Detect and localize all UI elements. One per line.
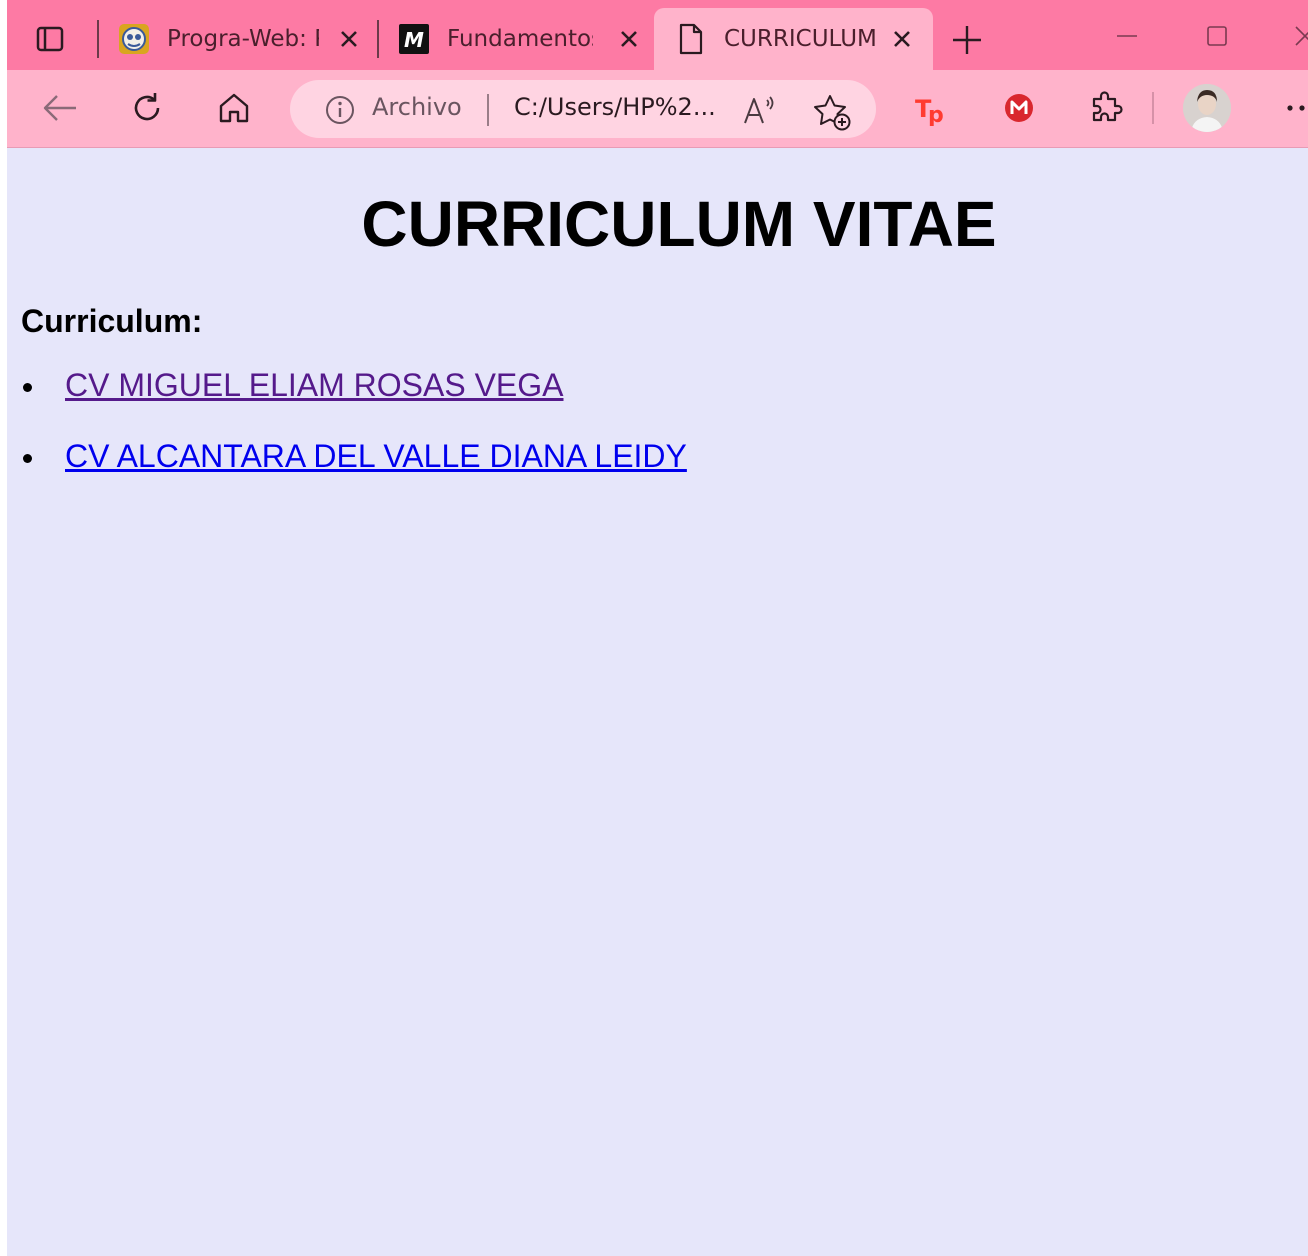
tp-extension-button[interactable]: T p xyxy=(911,88,951,128)
maximize-icon xyxy=(1207,26,1227,46)
cv-link-miguel-rosas[interactable]: CV MIGUEL ELIAM ROSAS VEGA xyxy=(65,364,564,406)
close-icon xyxy=(894,31,910,47)
tab-title: CURRICULUM xyxy=(724,26,877,52)
moodle-icon xyxy=(117,22,151,56)
svg-text:p: p xyxy=(928,103,944,126)
avatar-image xyxy=(1183,84,1231,132)
tab-close-button[interactable] xyxy=(615,25,643,53)
browser-window: Progra-Web: P M Fundamentos CURRICULUM A… xyxy=(7,0,1308,1256)
mega-extension-button[interactable] xyxy=(999,88,1039,128)
new-tab-button[interactable] xyxy=(949,22,985,58)
tab-actions-button[interactable] xyxy=(33,22,67,56)
m-logo-icon: M xyxy=(397,22,431,56)
more-options-icon xyxy=(1287,105,1305,111)
close-icon xyxy=(341,31,357,47)
more-menu-button[interactable] xyxy=(1282,88,1308,128)
back-arrow-icon xyxy=(43,95,76,121)
browser-toolbar: Archivo C:/Users/HP%2... T p xyxy=(7,70,1308,148)
tab-separator xyxy=(97,20,99,58)
refresh-button[interactable] xyxy=(127,88,167,128)
tab-close-button[interactable] xyxy=(888,25,916,53)
minimize-button[interactable] xyxy=(1107,18,1147,54)
puzzle-extensions-icon xyxy=(1092,91,1123,122)
mega-extension-icon xyxy=(1005,94,1033,122)
toolbar-separator xyxy=(1152,92,1154,124)
close-icon xyxy=(621,31,637,47)
page-content: CURRICULUM VITAE Curriculum: CV MIGUEL E… xyxy=(7,148,1308,1256)
back-button[interactable] xyxy=(40,88,80,128)
tab-actions-icon xyxy=(36,26,64,52)
minimize-icon xyxy=(1117,35,1137,37)
add-favorite-icon[interactable] xyxy=(812,92,852,132)
cv-link-diana-alcantara[interactable]: CV ALCANTARA DEL VALLE DIANA LEIDY xyxy=(65,435,687,477)
address-scheme-label: Archivo xyxy=(372,93,462,121)
tp-extension-icon: T p xyxy=(915,95,944,126)
tab-curriculum[interactable]: CURRICULUM xyxy=(654,8,933,70)
address-bar[interactable]: Archivo C:/Users/HP%2... xyxy=(290,80,876,138)
maximize-button[interactable] xyxy=(1197,18,1237,54)
close-window-icon xyxy=(1295,26,1308,46)
svg-text:M: M xyxy=(404,28,424,52)
tab-fundamentos[interactable]: M Fundamentos xyxy=(397,8,655,70)
address-url[interactable]: C:/Users/HP%2... xyxy=(514,93,716,121)
address-divider xyxy=(487,94,489,126)
document-icon xyxy=(674,22,708,56)
plus-icon xyxy=(953,26,981,54)
page-title: CURRICULUM VITAE xyxy=(361,188,997,260)
tab-strip: Progra-Web: P M Fundamentos CURRICULUM xyxy=(7,0,1308,70)
tab-close-button[interactable] xyxy=(335,25,363,53)
close-window-button[interactable] xyxy=(1285,18,1308,54)
tab-separator xyxy=(377,20,379,58)
read-aloud-icon[interactable] xyxy=(742,92,778,128)
list-bullet xyxy=(23,454,32,463)
refresh-icon xyxy=(134,93,160,121)
tab-title: Progra-Web: P xyxy=(167,26,319,52)
profile-avatar[interactable] xyxy=(1183,84,1231,132)
section-heading: Curriculum: xyxy=(21,303,203,339)
extensions-button[interactable] xyxy=(1086,88,1126,128)
list-bullet xyxy=(23,383,32,392)
home-button[interactable] xyxy=(214,88,254,128)
home-icon xyxy=(219,93,249,123)
tab-progra-web[interactable]: Progra-Web: P xyxy=(117,8,379,70)
tab-title: Fundamentos xyxy=(447,26,593,52)
info-icon[interactable] xyxy=(324,94,356,126)
